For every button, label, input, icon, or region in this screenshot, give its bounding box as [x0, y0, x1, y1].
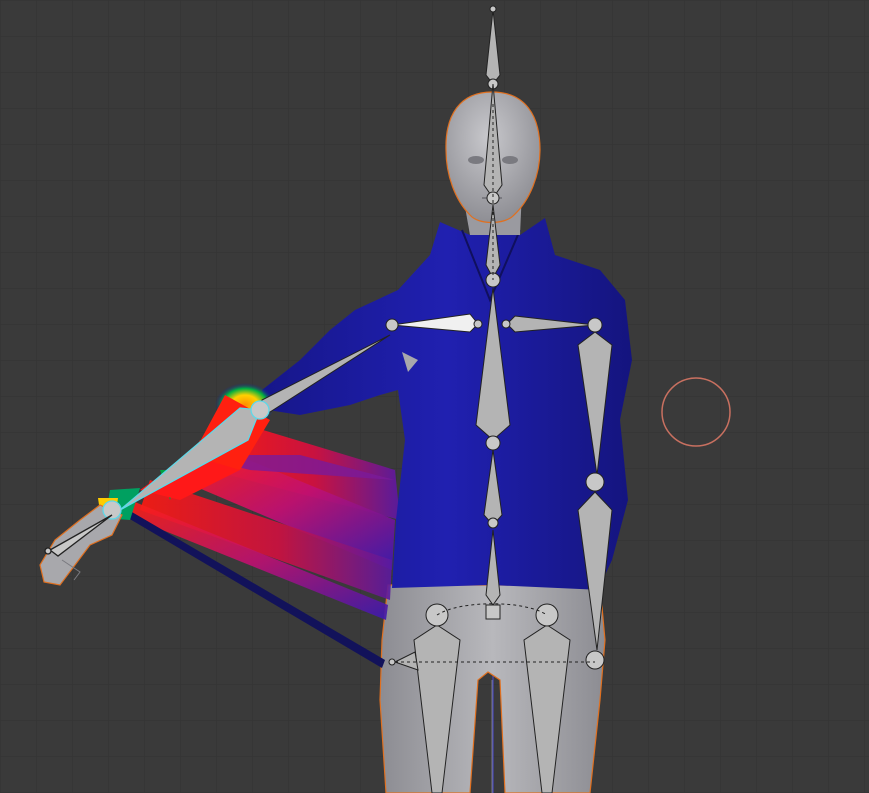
bone-wrist-joint [102, 500, 122, 520]
3d-viewport[interactable] [0, 0, 869, 793]
viewport-canvas[interactable] [0, 0, 869, 793]
bone-elbow-joint [250, 400, 270, 420]
